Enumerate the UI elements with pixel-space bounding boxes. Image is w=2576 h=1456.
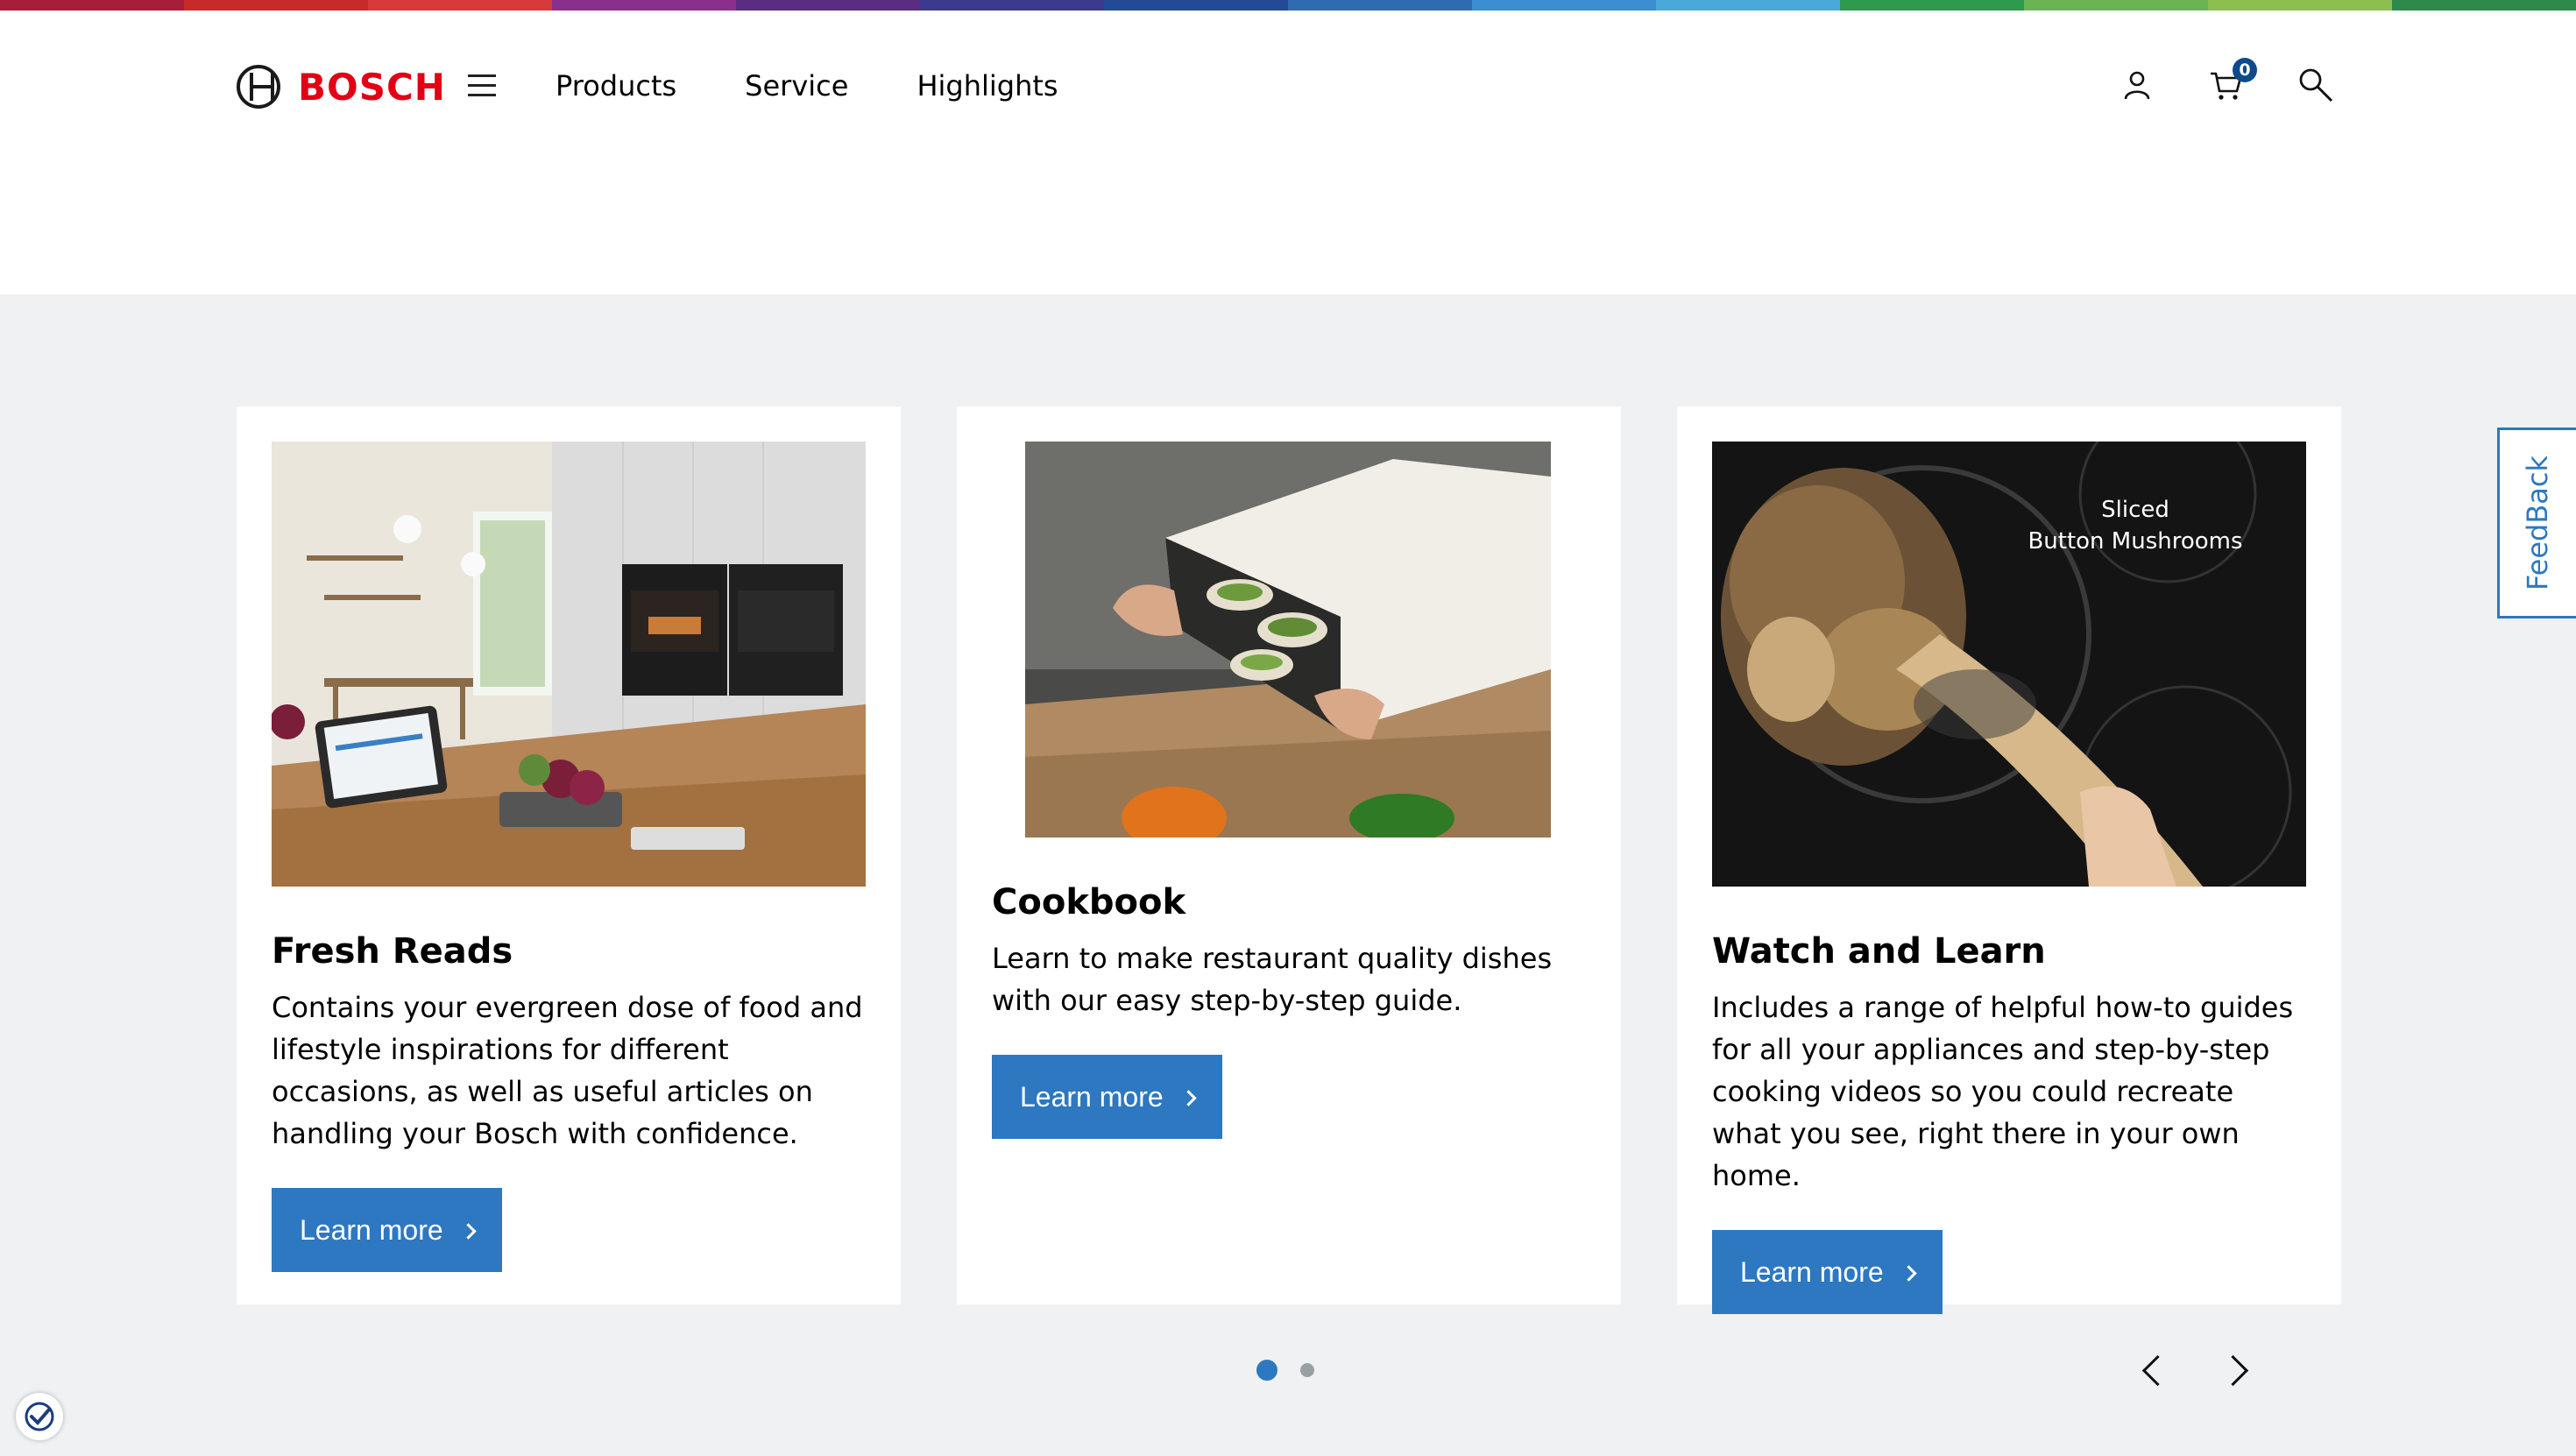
brand-color-stripe <box>0 0 2576 11</box>
account-icon[interactable] <box>2115 56 2159 114</box>
video-caption-line2: Button Mushrooms <box>2028 528 2243 555</box>
nav-item-highlights[interactable]: Highlights <box>916 63 1058 109</box>
card-description: Contains your evergreen dose of food and… <box>272 991 863 1150</box>
card-description: Learn to make restaurant quality dishes … <box>992 942 1553 1017</box>
feedback-label: FeedBack <box>2521 455 2555 591</box>
search-icon[interactable] <box>2294 56 2338 114</box>
chevron-right-icon <box>459 1222 477 1240</box>
card-cookbook: Cookbook Learn to make restaurant qualit… <box>957 406 1621 1304</box>
chevron-right-icon <box>1900 1264 1917 1282</box>
learn-more-button-cookbook[interactable]: Learn more <box>992 1055 1222 1139</box>
carousel-dot-2[interactable] <box>1300 1363 1314 1377</box>
kitchen-image <box>272 442 866 887</box>
button-label: Learn more <box>1020 1080 1164 1113</box>
cooking-video-image: Sliced Button Mushrooms <box>1712 442 2306 887</box>
chevron-right-icon <box>1179 1089 1197 1106</box>
main-nav: Products Service Highlights <box>556 63 1058 109</box>
card-watch-and-learn: Sliced Button Mushrooms Watch and Learn … <box>1677 406 2341 1314</box>
menu-icon[interactable] <box>468 74 498 97</box>
card-title: Cookbook <box>992 882 1186 922</box>
inspiration-carousel: Fresh Reads Contains your evergreen dose… <box>237 406 2341 1314</box>
cart-count-badge: 0 <box>2233 58 2257 82</box>
brand-name: BOSCH <box>298 65 446 109</box>
card-fresh-reads: Fresh Reads Contains your evergreen dose… <box>237 406 901 1304</box>
chevron-right-icon[interactable] <box>2224 1346 2250 1395</box>
card-description: Includes a range of helpful how-to guide… <box>1712 991 2294 1192</box>
button-label: Learn more <box>300 1213 443 1246</box>
bosch-armature-icon <box>237 65 280 109</box>
privacy-settings-icon[interactable] <box>16 1393 63 1440</box>
learn-more-button-fresh-reads[interactable]: Learn more <box>272 1188 502 1272</box>
learn-more-button-watch-and-learn[interactable]: Learn more <box>1712 1230 1943 1314</box>
carousel-arrows <box>2138 1346 2250 1395</box>
cart-icon[interactable]: 0 <box>2204 56 2257 114</box>
card-title: Watch and Learn <box>1712 931 2046 972</box>
cookbook-image <box>1025 442 1551 838</box>
video-caption-line1: Sliced <box>2101 497 2169 523</box>
site-header: BOSCH Products Service Highlights 0 <box>0 11 2576 294</box>
bosch-logo[interactable]: BOSCH <box>237 54 446 119</box>
button-label: Learn more <box>1740 1255 1884 1288</box>
nav-item-products[interactable]: Products <box>556 63 676 109</box>
carousel-pagination <box>1256 1360 1314 1381</box>
card-title: Fresh Reads <box>272 931 513 972</box>
feedback-tab[interactable]: FeedBack <box>2497 428 2576 618</box>
header-actions: 0 <box>2115 56 2338 114</box>
chevron-left-icon[interactable] <box>2138 1346 2164 1395</box>
carousel-dot-1[interactable] <box>1256 1360 1277 1381</box>
nav-item-service[interactable]: Service <box>745 63 848 109</box>
